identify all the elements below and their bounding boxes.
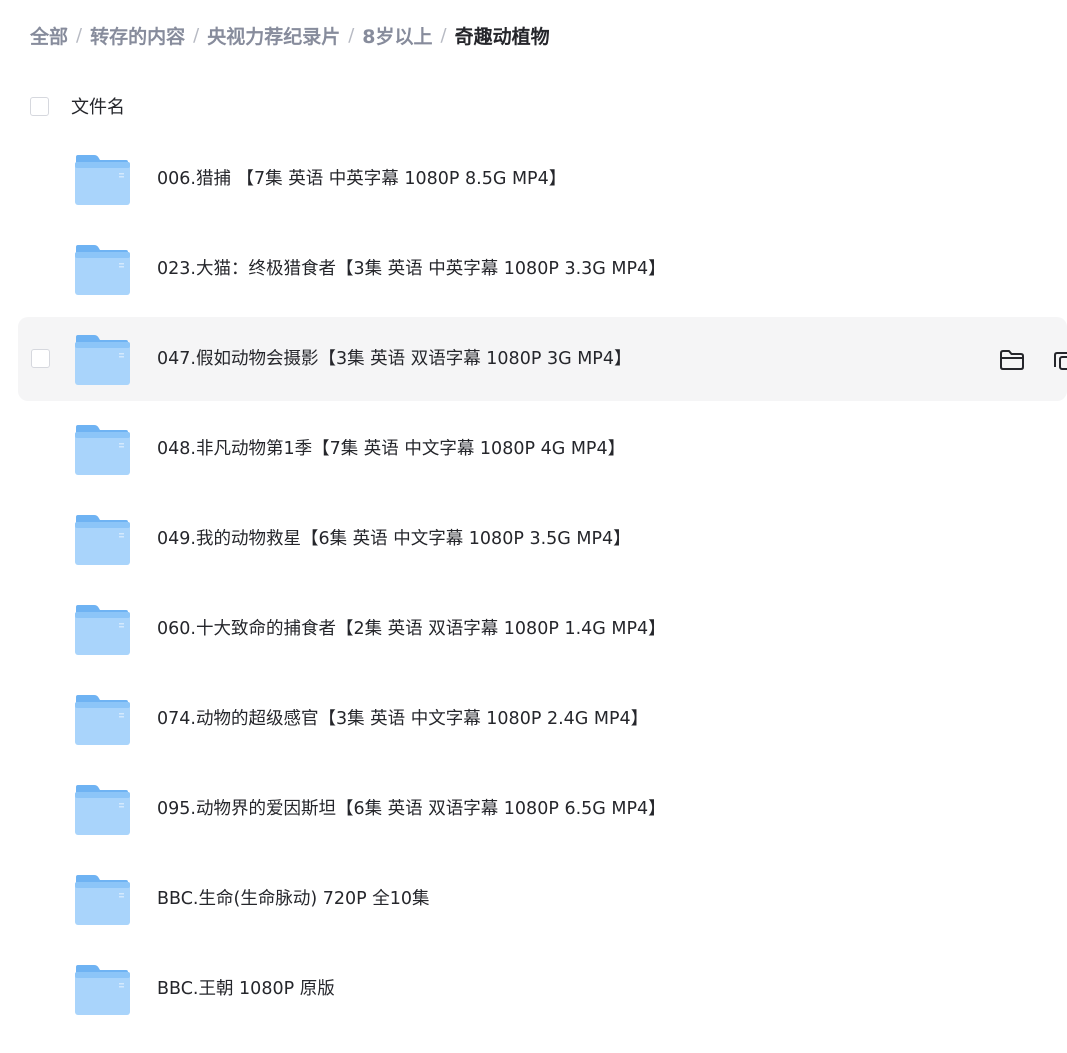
breadcrumb-separator: / <box>348 24 355 46</box>
file-name[interactable]: 074.动物的超级感官【3集 英语 中文字幕 1080P 2.4G MP4】 <box>157 707 648 731</box>
file-name[interactable]: 023.大猫：终极猎食者【3集 英语 中英字幕 1080P 3.3G MP4】 <box>157 257 666 281</box>
breadcrumb-separator: / <box>440 24 447 46</box>
file-row[interactable]: 095.动物界的爱因斯坦【6集 英语 双语字幕 1080P 6.5G MP4】 <box>18 767 1067 851</box>
folder-icon <box>75 965 130 1015</box>
file-row[interactable]: 049.我的动物救星【6集 英语 中文字幕 1080P 3.5G MP4】 <box>18 497 1067 581</box>
breadcrumb-item-documentaries[interactable]: 央视力荐纪录片 <box>207 22 340 49</box>
file-name[interactable]: 060.十大致命的捕食者【2集 英语 双语字幕 1080P 1.4G MP4】 <box>157 617 666 641</box>
file-name[interactable]: 006.猎捕 【7集 英语 中英字幕 1080P 8.5G MP4】 <box>157 167 566 191</box>
file-name[interactable]: 095.动物界的爱因斯坦【6集 英语 双语字幕 1080P 6.5G MP4】 <box>157 797 666 821</box>
file-row[interactable]: 006.猎捕 【7集 英语 中英字幕 1080P 8.5G MP4】 <box>18 137 1067 221</box>
file-row[interactable]: 023.大猫：终极猎食者【3集 英语 中英字幕 1080P 3.3G MP4】 <box>18 227 1067 311</box>
breadcrumb-separator: / <box>193 24 200 46</box>
file-name[interactable]: 047.假如动物会摄影【3集 英语 双语字幕 1080P 3G MP4】 <box>157 347 631 371</box>
folder-icon <box>75 605 130 655</box>
folder-icon <box>75 785 130 835</box>
breadcrumb-item-all[interactable]: 全部 <box>30 22 68 49</box>
list-header: 文件名 <box>30 88 125 124</box>
file-list: 006.猎捕 【7集 英语 中英字幕 1080P 8.5G MP4】 023.大… <box>18 137 1067 1037</box>
breadcrumb-separator: / <box>76 24 83 46</box>
breadcrumb-item-age[interactable]: 8岁以上 <box>362 22 432 49</box>
file-name[interactable]: BBC.生命(生命脉动) 720P 全10集 <box>157 887 430 911</box>
row-actions <box>998 347 1067 373</box>
folder-icon <box>75 695 130 745</box>
file-row[interactable]: 074.动物的超级感官【3集 英语 中文字幕 1080P 2.4G MP4】 <box>18 677 1067 761</box>
breadcrumb-current: 奇趣动植物 <box>454 25 550 48</box>
folder-icon <box>75 335 130 385</box>
column-header-filename[interactable]: 文件名 <box>71 93 125 119</box>
file-row[interactable]: 048.非凡动物第1季【7集 英语 中文字幕 1080P 4G MP4】 <box>18 407 1067 491</box>
file-row[interactable]: 047.假如动物会摄影【3集 英语 双语字幕 1080P 3G MP4】 <box>18 317 1067 401</box>
folder-icon <box>75 515 130 565</box>
folder-icon <box>75 875 130 925</box>
file-name[interactable]: BBC.王朝 1080P 原版 <box>157 977 335 1001</box>
select-all-checkbox[interactable] <box>30 96 49 116</box>
folder-icon <box>75 245 130 295</box>
file-row[interactable]: BBC.王朝 1080P 原版 <box>18 947 1067 1031</box>
copy-icon[interactable] <box>1054 347 1067 373</box>
row-checkbox[interactable] <box>31 349 50 368</box>
breadcrumb-item-saved[interactable]: 转存的内容 <box>90 22 185 49</box>
folder-icon <box>75 425 130 475</box>
folder-icon <box>75 155 130 205</box>
file-row[interactable]: BBC.生命(生命脉动) 720P 全10集 <box>18 857 1067 941</box>
file-name[interactable]: 048.非凡动物第1季【7集 英语 中文字幕 1080P 4G MP4】 <box>157 437 625 461</box>
breadcrumb: 全部 / 转存的内容 / 央视力荐纪录片 / 8岁以上 / 奇趣动植物 <box>30 18 550 52</box>
file-row[interactable]: 060.十大致命的捕食者【2集 英语 双语字幕 1080P 1.4G MP4】 <box>18 587 1067 671</box>
file-name[interactable]: 049.我的动物救星【6集 英语 中文字幕 1080P 3.5G MP4】 <box>157 527 631 551</box>
open-folder-icon[interactable] <box>998 347 1026 373</box>
